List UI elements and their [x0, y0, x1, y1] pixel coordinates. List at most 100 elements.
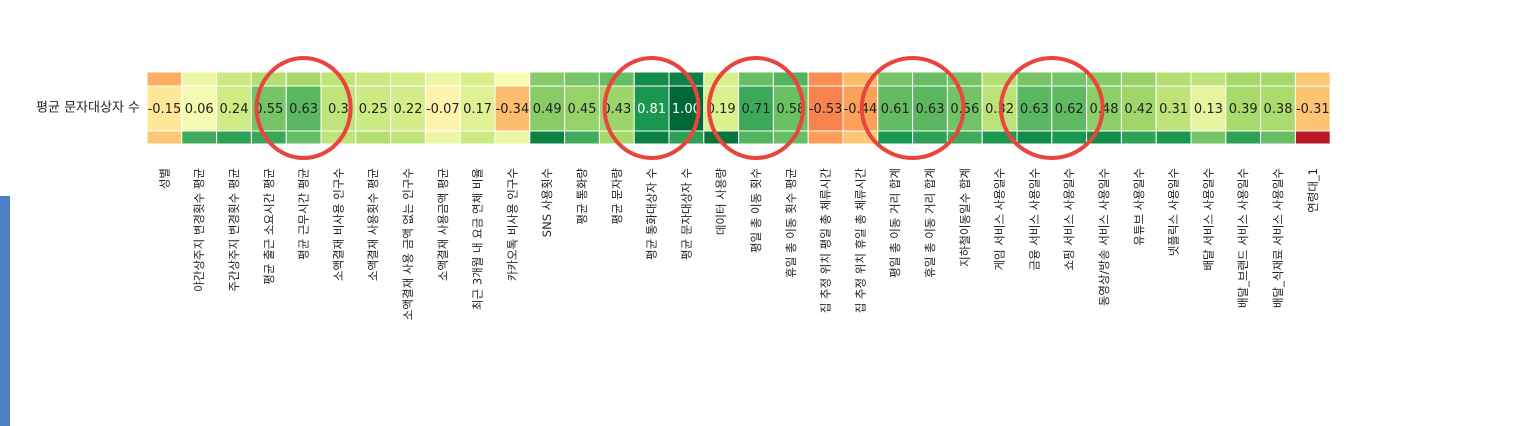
column-label: 지하철이동일수 합계	[958, 168, 972, 267]
heatmap-cell-below	[285, 130, 322, 145]
cell-value: 0.71	[742, 102, 771, 117]
column-label: 소액결재 비사용 인구수	[331, 168, 345, 281]
cell-value: 0.45	[568, 102, 597, 117]
heatmap-cell-above	[1225, 71, 1262, 87]
heatmap-cell-above	[1120, 71, 1157, 87]
cell-value: 0.61	[881, 102, 910, 117]
heatmap-cell-above	[738, 71, 774, 87]
cell-value: 0.3	[328, 102, 349, 117]
heatmap-cell-below	[1016, 130, 1053, 145]
column-label: 금융 서비스 사용일수	[1027, 168, 1041, 271]
heatmap-cell-above	[390, 71, 426, 87]
column-label: 평균 문자량	[610, 168, 624, 225]
heatmap-cell-below	[494, 130, 531, 145]
heatmap-cell-below	[216, 130, 252, 145]
heatmap-cell-below	[355, 130, 392, 145]
row-label: 평균 문자대상자 수	[36, 101, 140, 116]
column-label: 평균 통화량	[575, 168, 589, 225]
heatmap-cell-above	[1016, 71, 1053, 87]
heatmap-cell-below	[459, 130, 496, 145]
cell-value: -0.31	[1296, 102, 1330, 117]
heatmap-cell-below	[390, 130, 426, 145]
column-label: 데이터 사용량	[714, 168, 728, 236]
column-label: 야간상주지 변경횟수 평균	[192, 168, 206, 292]
heatmap-cell-above	[807, 71, 844, 87]
column-label: 연령대_1	[1306, 168, 1320, 213]
column-label: 소액결재 사용횟수 평균	[366, 168, 380, 281]
heatmap-cell-above	[181, 71, 218, 87]
column-label: 게임 서비스 사용일수	[993, 168, 1007, 271]
heatmap-cell-below	[564, 130, 600, 145]
column-label: 평일 총 이동 횟수	[749, 168, 763, 253]
cell-value: 0.13	[1194, 102, 1223, 117]
cell-value: 0.31	[1159, 102, 1188, 117]
cell-value: 0.24	[220, 102, 249, 117]
cell-value: -0.53	[809, 102, 843, 117]
heatmap-cell-above	[529, 71, 566, 87]
column-label: 성별	[157, 168, 171, 189]
column-label: 평균 문자대상자 수	[679, 168, 693, 260]
column-label: 평일 총 이동 거리 합계	[888, 168, 902, 278]
correlation-heatmap: -0.15 0.06 0.24 0.55 0.63 0.3 0.25 0.22 -0.07 0.1…	[36, 56, 1331, 320]
cell-value: 0.22	[394, 102, 423, 117]
cell-value: 0.81	[637, 102, 666, 117]
heatmap-cell-below	[1190, 130, 1227, 145]
cell-value: -0.15	[148, 102, 182, 117]
column-label: 동영상/방송 서비스 사용일수	[1097, 168, 1111, 306]
column-label: 유튜브 사용일수	[1132, 168, 1146, 246]
cell-value: 0.63	[289, 102, 318, 117]
cell-value: 0.63	[1020, 102, 1049, 117]
heatmap-cell-above	[216, 71, 252, 87]
column-label: 평균 통화대상자 수	[645, 168, 659, 260]
column-label: 주간상주지 변경횟수 평균	[227, 168, 241, 292]
cell-value: 0.49	[533, 102, 562, 117]
heatmap-cell-above	[877, 71, 914, 87]
column-label: 최근 3개월 내 요금 연체 비율	[471, 168, 485, 310]
heatmap-cell-below	[633, 130, 670, 145]
heatmap-cell-above	[424, 71, 461, 87]
cell-value: 0.38	[1264, 102, 1293, 117]
heatmap-cell-below	[529, 130, 566, 145]
heatmap-cell-below	[146, 130, 183, 145]
heatmap-cell-above	[1051, 71, 1088, 87]
heatmap-cell-below	[1294, 130, 1331, 145]
heatmap-cell-below	[738, 130, 774, 145]
column-label: SNS 사용횟수	[540, 168, 554, 237]
heatmap-cell-below	[1260, 130, 1296, 145]
column-label: 휴일 총 이동 횟수 평균	[784, 168, 798, 278]
heatmap-cell-above	[285, 71, 322, 87]
column-label: 집 추정 위치 평일 총 체류시간	[819, 168, 833, 314]
heatmap-cell-below	[181, 130, 218, 145]
heatmap-cell-below	[912, 130, 948, 145]
heatmap-cell-above	[355, 71, 392, 87]
heatmap-cell-above	[912, 71, 948, 87]
heatmap-cell-above	[1260, 71, 1296, 87]
heatmap-cell-above	[1294, 71, 1331, 87]
heatmap-cell-below	[877, 130, 914, 145]
heatmap-cell-below	[807, 130, 844, 145]
cell-value: 0.06	[185, 102, 214, 117]
heatmap-cell-above	[146, 71, 183, 87]
heatmap-cell-below	[424, 130, 461, 145]
cell-value: -0.07	[426, 102, 460, 117]
column-label: 평균 근무시간 평균	[297, 168, 311, 260]
column-label: 카카오톡 비사용 인구수	[505, 168, 519, 281]
cell-value: 0.39	[1229, 102, 1258, 117]
column-label: 배달_브랜드 서비스 사용일수	[1236, 168, 1250, 308]
heatmap-cell-above	[494, 71, 531, 87]
column-label: 소액결재 사용금액 평균	[436, 168, 450, 281]
column-label: 배달_식재료 서비스 사용일수	[1271, 168, 1285, 308]
column-label: 배달 서비스 사용일수	[1201, 168, 1215, 271]
column-label: 집 추정 위치 휴일 총 체류시간	[853, 168, 867, 314]
cell-value: 0.25	[359, 102, 388, 117]
heatmap-cell-below	[1120, 130, 1157, 145]
column-label: 넷플릭스 사용일수	[1167, 168, 1181, 256]
heatmap-cell-above	[1190, 71, 1227, 87]
heatmap-cell-below	[1051, 130, 1088, 145]
cell-value: 0.17	[463, 102, 492, 117]
heatmap-cell-above	[1155, 71, 1192, 87]
heatmap-cell-above	[633, 71, 670, 87]
cell-value: 0.62	[1055, 102, 1084, 117]
cell-value: 0.63	[916, 102, 945, 117]
cell-value: 0.42	[1124, 102, 1153, 117]
